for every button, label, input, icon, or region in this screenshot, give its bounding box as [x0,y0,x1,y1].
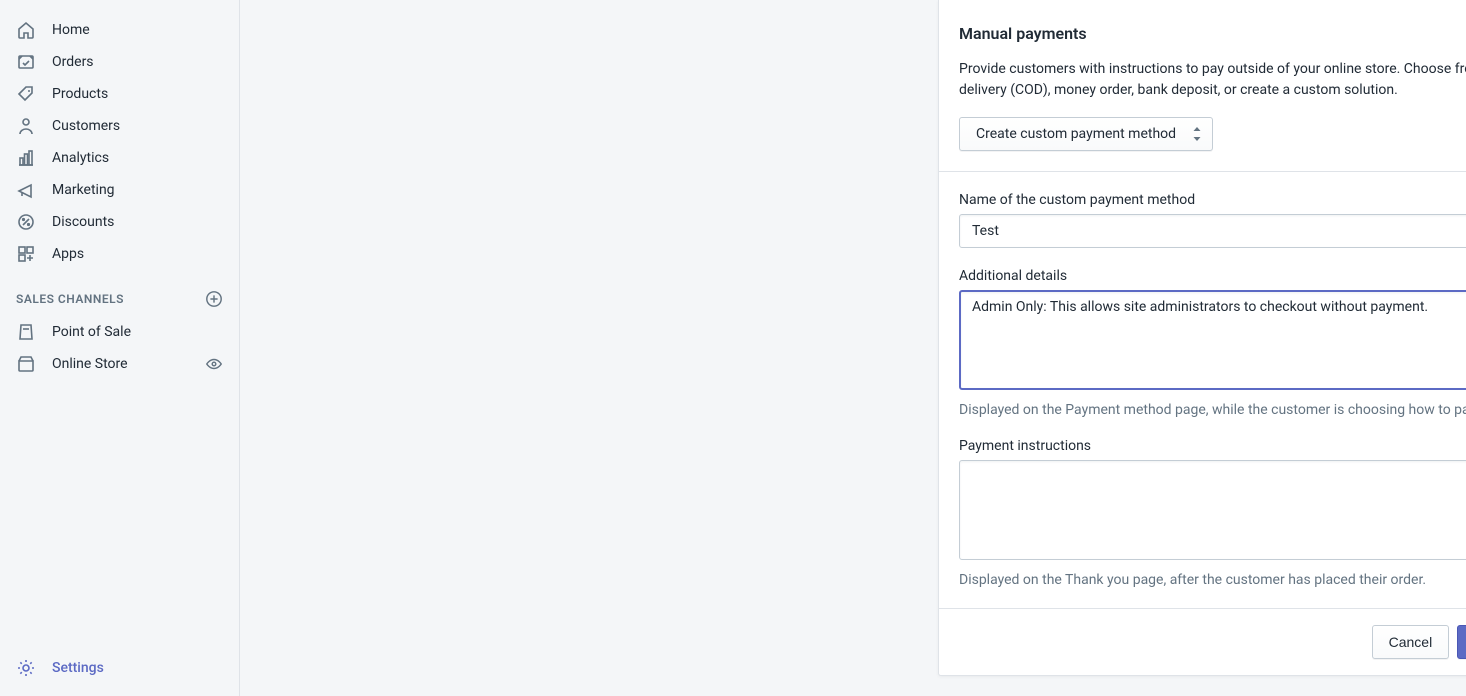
name-input[interactable] [959,214,1466,248]
apps-icon [16,244,36,264]
instructions-label: Payment instructions [959,438,1466,454]
card-description: Provide customers with instructions to p… [939,43,1466,117]
add-channel-icon[interactable] [205,290,223,308]
sidebar-item-label: Apps [52,246,84,262]
sidebar-item-label: Online Store [52,356,128,372]
details-help: Displayed on the Payment method page, wh… [959,402,1466,418]
cancel-button[interactable]: Cancel [1372,625,1450,659]
sidebar-item-label: Marketing [52,182,115,198]
orders-icon [16,52,36,72]
card-title: Manual payments [959,24,1466,43]
sidebar-item-discounts[interactable]: Discounts [0,206,239,238]
customers-icon [16,116,36,136]
analytics-icon [16,148,36,168]
sidebar-item-customers[interactable]: Customers [0,110,239,142]
sales-channels-label: SALES CHANNELS [16,292,124,306]
payment-method-select[interactable]: Create custom payment method [959,117,1213,151]
eye-icon[interactable] [205,355,223,373]
sales-channels-header: SALES CHANNELS [0,270,239,316]
sidebar-item-label: Home [52,22,90,38]
sidebar-item-marketing[interactable]: Marketing [0,174,239,206]
gear-icon [16,658,36,678]
pos-icon [16,322,36,342]
sidebar-item-point-of-sale[interactable]: Point of Sale [0,316,239,348]
select-label: Create custom payment method [976,126,1176,142]
sidebar-item-label: Analytics [52,150,109,166]
details-textarea[interactable] [959,290,1466,390]
marketing-icon [16,180,36,200]
sidebar-item-settings[interactable]: Settings [0,652,239,684]
activate-button[interactable]: Activate [1457,625,1466,659]
main-area: Manual payments Provide customers with i… [240,0,1466,696]
details-label: Additional details [959,268,1466,284]
sidebar-item-label: Settings [52,660,104,676]
sidebar-item-orders[interactable]: Orders [0,46,239,78]
sidebar-item-home[interactable]: Home [0,14,239,46]
sidebar-item-online-store[interactable]: Online Store [0,348,239,380]
card-footer: Cancel Activate [939,608,1466,675]
name-label: Name of the custom payment method [959,192,1466,208]
instructions-textarea[interactable] [959,460,1466,560]
select-chevron-icon [1192,127,1202,141]
sidebar-item-analytics[interactable]: Analytics [0,142,239,174]
instructions-help: Displayed on the Thank you page, after t… [959,572,1466,588]
sidebar-item-label: Products [52,86,108,102]
sidebar-item-label: Discounts [52,214,114,230]
sidebar: Home Orders Products Customers Analytics [0,0,240,696]
online-store-icon [16,354,36,374]
products-icon [16,84,36,104]
sidebar-item-products[interactable]: Products [0,78,239,110]
discounts-icon [16,212,36,232]
manual-payments-card: Manual payments Provide customers with i… [938,0,1466,676]
sidebar-item-apps[interactable]: Apps [0,238,239,270]
home-icon [16,20,36,40]
sidebar-item-label: Customers [52,118,120,134]
sidebar-item-label: Orders [52,54,94,70]
sidebar-item-label: Point of Sale [52,324,131,340]
